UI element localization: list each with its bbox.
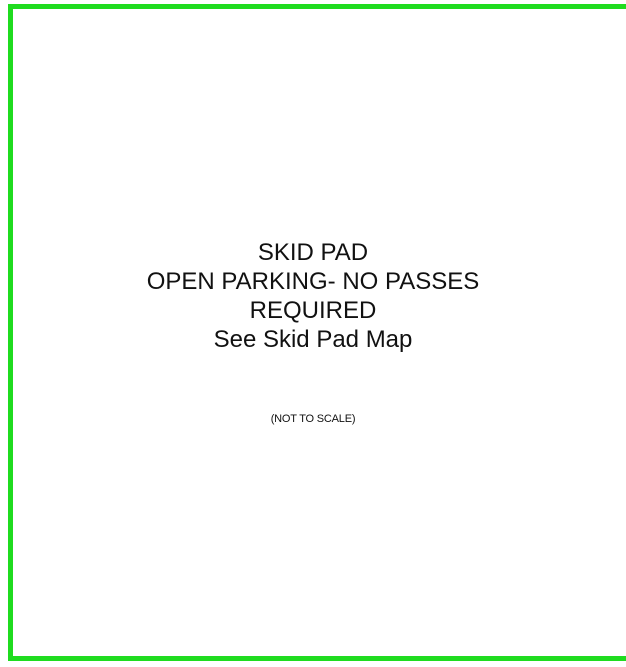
label-line-title: SKID PAD (257, 239, 369, 266)
label-line-see-map: See Skid Pad Map (213, 326, 413, 353)
label-line-required: REQUIRED (249, 297, 377, 324)
skid-pad-label: SKID PAD OPEN PARKING- NO PASSES REQUIRE… (0, 238, 626, 354)
label-line-parking: OPEN PARKING- NO PASSES (146, 268, 480, 295)
scale-note: (NOT TO SCALE) (270, 413, 356, 425)
